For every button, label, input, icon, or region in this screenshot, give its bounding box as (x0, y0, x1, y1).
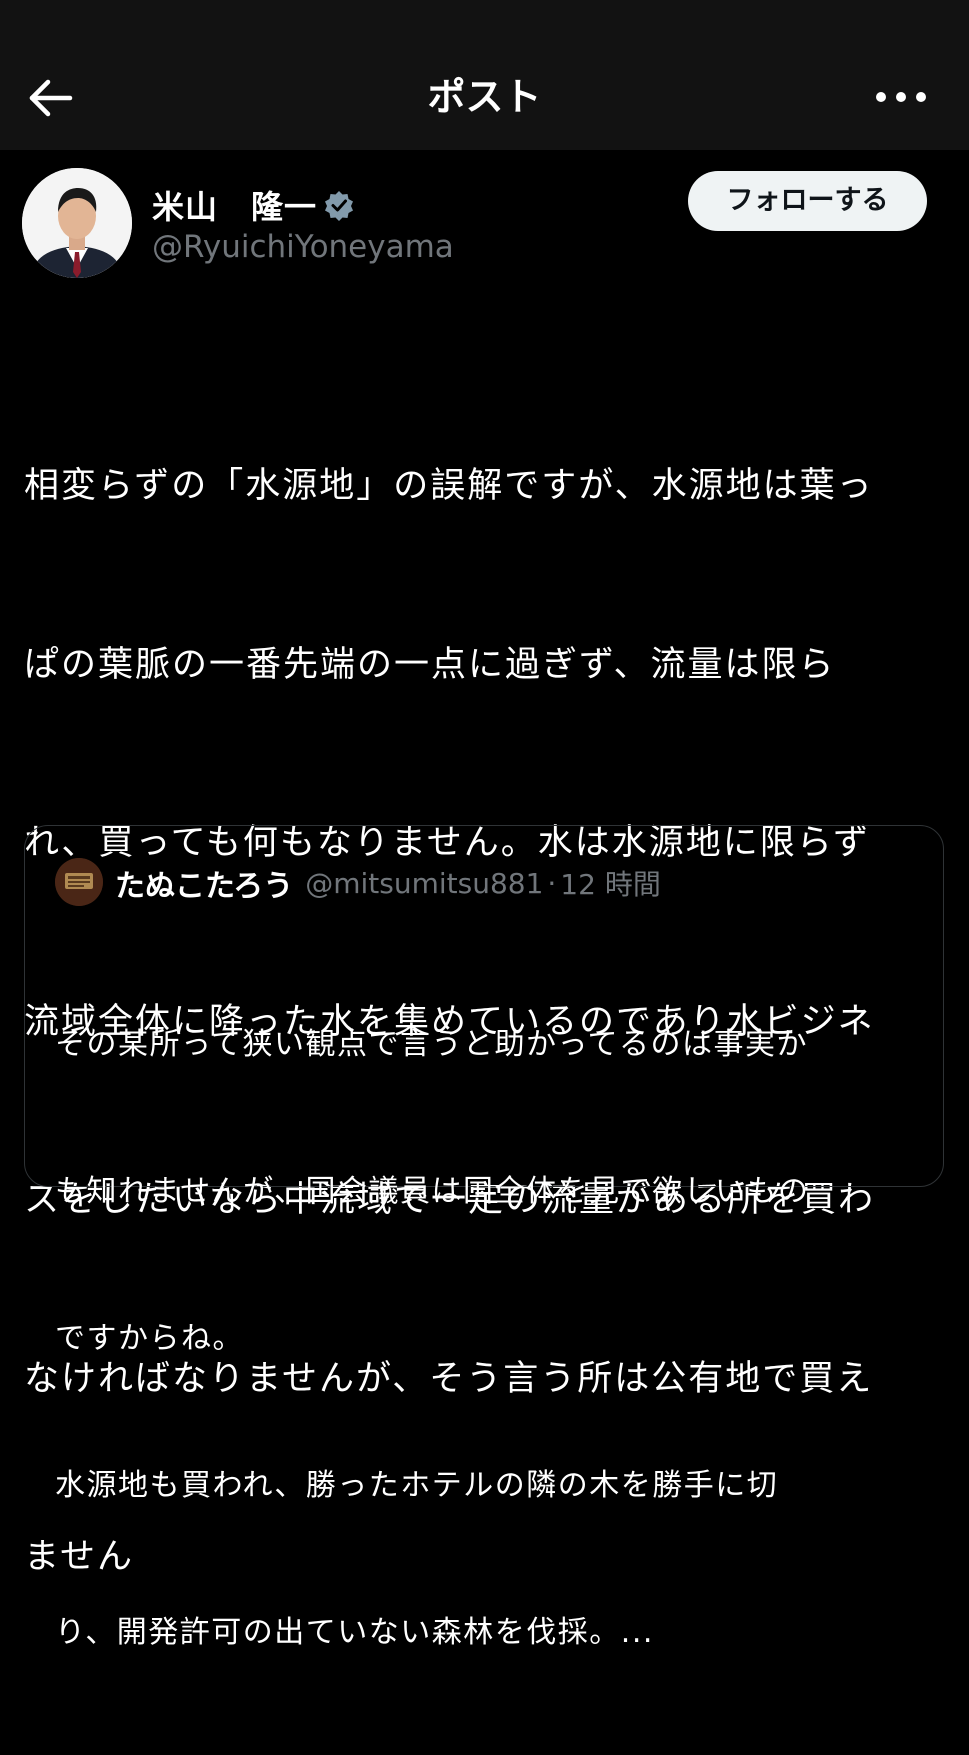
page-title: ポスト (427, 75, 542, 119)
author-name-row[interactable]: 米山 隆一 (152, 180, 355, 230)
post-text-line: 相変らずの「水源地」の誤解ですが、水源地は葉っ (24, 466, 874, 506)
quoted-post-header: たぬこたろう @mitsumitsu881 · 12 時間 (115, 861, 661, 905)
more-horizontal-icon[interactable] (873, 86, 929, 108)
author-avatar[interactable] (22, 168, 132, 278)
author-handle[interactable]: @RyuichiYoneyama (152, 226, 454, 268)
quoted-author-avatar[interactable] (55, 858, 103, 906)
post-text-line: ぱの葉脈の一番先端の一点に過ぎず、流量は限ら (24, 644, 836, 685)
quoted-post-card[interactable]: たぬこたろう @mitsumitsu881 · 12 時間 その某所って狭い観点… (24, 825, 944, 1650)
quoted-post-text: その某所って狭い観点で言うと助かってるのは事実か も知れませんが、国会議員は国全… (55, 922, 925, 1755)
verified-badge-icon (325, 191, 354, 221)
quoted-text-line: 水源地も買われ、勝ったホテルの隣の木を勝手に切 (55, 1468, 779, 1503)
quoted-post-time[interactable]: 12 時間 (560, 863, 661, 903)
author-name[interactable]: 米山 隆一 (152, 182, 317, 228)
quoted-text-line: その某所って狭い観点で言うと助かってるのは事実か (55, 1027, 808, 1062)
quoted-text-line: り、開発許可の出ていない森林を伐採。... (55, 1615, 654, 1650)
quoted-author-handle[interactable]: @mitsumitsu881 (305, 867, 543, 900)
quoted-text-line: ですからね。 (55, 1321, 244, 1356)
separator-dot: · (547, 866, 557, 900)
follow-button[interactable]: フォローする (688, 171, 927, 231)
quoted-text-line: も知れませんが、国会議員は国全体を見て欲しいもの (55, 1174, 810, 1209)
quoted-author-name[interactable]: たぬこたろう (115, 861, 293, 905)
top-bar: ポスト (0, 0, 969, 150)
